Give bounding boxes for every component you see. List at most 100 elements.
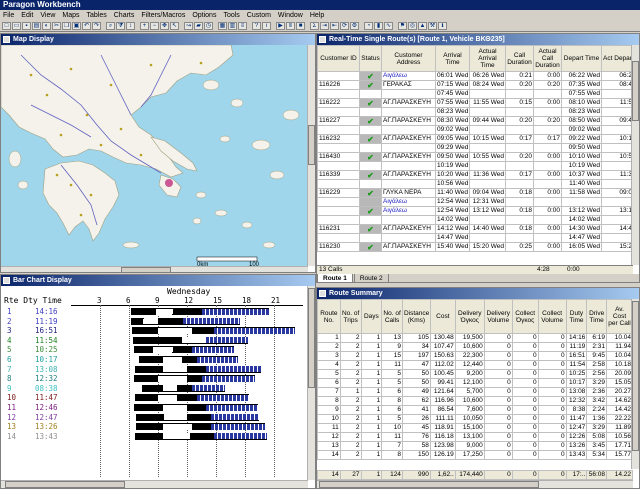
menu-window[interactable]: Window [278,10,303,21]
import-icon[interactable]: ⇤ [330,22,339,30]
menu-options[interactable]: Options [192,10,216,21]
table-row[interactable]: 1 2 1 13 105 130.48 19,500 0 0 0 14:16 6:19 10.04 [317,333,633,343]
refresh-icon[interactable]: ⟳ [340,22,349,30]
new-icon[interactable]: □ [2,22,11,30]
table-row[interactable]: 11 2 1 10 45 118.91 15,100 0 0 0 12:47 3:29 11.89 [317,423,633,433]
open-icon[interactable]: ▭ [12,22,21,30]
map-vertical-scrollbar[interactable] [307,45,315,266]
route-summary-col-header[interactable]: Collect Όγκος [511,299,539,334]
table-row[interactable]: ✔ Αιγάλεω 12:54 Wed 13:12 Wed 0:18 0:00 13:12 … [317,206,634,216]
schedule-icon[interactable]: ◷ [204,22,213,30]
table-row[interactable]: 09:29 Wed 09:50 Wed [317,143,634,153]
table-row[interactable]: 116231 ✔ ΑΓ.ΠΑΡΑΣΚΕΥΗ 14:12 Wed 14:40 Wed 0:1… [317,224,634,234]
route-summary-col-header[interactable]: Duty Time [565,299,588,334]
lock-icon[interactable]: ▲ [418,22,427,30]
menu-view[interactable]: View [40,10,55,21]
route-summary-vertical-scrollbar[interactable] [631,299,639,469]
route-detail-col-header[interactable]: Depart Time [561,45,602,72]
map-canvas[interactable]: 0km 100 [1,45,307,267]
menu-file[interactable]: File [3,10,14,21]
route-summary-col-header[interactable]: Drive Time [586,299,607,334]
table-row[interactable]: 12 2 1 11 76 116.18 13,100 0 0 0 12:26 5:08 10.56 [317,432,633,442]
paste-icon[interactable]: ▣ [72,22,81,30]
route-detail-col-header[interactable]: Call Duration [505,45,534,72]
export-icon[interactable]: ⇥ [320,22,329,30]
table-row[interactable]: 6 2 1 5 50 99.41 12,100 0 0 0 10:17 3:29 15.05 [317,378,633,388]
play-icon[interactable]: ▶ [276,22,285,30]
menu-maps[interactable]: Maps [62,10,79,21]
route-summary-col-header[interactable]: No. of Calls [381,299,403,334]
chart-line-icon[interactable]: ∿ [384,22,393,30]
tab-route-2[interactable]: Route 2 [353,274,389,282]
preview-icon[interactable]: ◐ [42,22,51,30]
menu-filtersmacros[interactable]: Filters/Macros [141,10,185,21]
print-icon[interactable]: ▤ [32,22,41,30]
table-row[interactable]: Αιγάλεω 12:54 Wed 12:31 Wed [317,197,634,207]
filter-icon[interactable]: ⧩ [116,22,125,30]
stop-icon[interactable]: ■ [296,22,305,30]
table-row[interactable]: 116230 ✔ ΑΓ.ΠΑΡΑΣΚΕΥΗ 15:40 Wed 15:20 Wed 0:2… [317,242,634,252]
table-row[interactable]: 116222 ✔ ΑΓ.ΠΑΡΑΣΚΕΥΗ 07:55 Wed 11:55 Wed 0:1… [317,98,634,108]
route-summary-col-header[interactable]: Av. Cost per Call [606,299,633,334]
tab-route-1[interactable]: Route 1 [317,274,353,282]
table-row[interactable]: 09:02 Wed 09:02 Wed [317,125,634,135]
chart-bar-icon[interactable]: ▮ [374,22,383,30]
route-detail-col-header[interactable]: Status [359,45,382,72]
table-row[interactable]: 10:56 Wed 11:40 Wed [317,179,634,189]
menu-help[interactable]: Help [310,10,324,21]
table-row[interactable]: 9 2 1 6 41 86.54 7,600 0 0 0 8:38 2:24 14.42 [317,405,633,415]
route-summary-col-header[interactable]: Route No. [317,299,341,334]
chart-icon[interactable]: ▦ [218,22,227,30]
table-row[interactable]: 13 2 1 7 58 123.98 9,000 0 0 0 13:26 3:45 17.71 [317,441,633,451]
route-summary-horizontal-scrollbar[interactable] [317,480,633,488]
save-icon[interactable]: ▪ [22,22,31,30]
tools-icon[interactable]: ⚒ [428,22,437,30]
options-icon[interactable]: ⚙ [350,22,359,30]
map-zoom-in-icon[interactable]: + [140,22,149,30]
help-icon[interactable]: ? [252,22,261,30]
route-detail-col-header[interactable]: Actual Call Duration [533,45,562,72]
menu-tables[interactable]: Tables [87,10,107,21]
route-summary-col-header[interactable]: Days [360,299,383,334]
table-row[interactable]: 7 1 1 6 49 121.64 5,700 0 0 0 13:08 2:36 20.27 [317,387,633,397]
map-horizontal-scrollbar[interactable] [1,266,308,272]
route-detail-col-header[interactable]: Customer Address [381,45,436,72]
table-row[interactable]: 3 2 1 15 197 150.63 22,300 0 0 0 16:51 9:45 10.04 [317,351,633,361]
route-summary-col-header[interactable]: Delivery Όγκος [454,299,485,334]
pan-icon[interactable]: ✥ [160,22,169,30]
table-row[interactable]: 2 2 1 9 34 107.47 10,600 0 0 0 11:19 2:31 11.94 [317,342,633,352]
bar-chart-horizontal-scrollbar[interactable] [1,480,308,488]
menu-edit[interactable]: Edit [21,10,33,21]
report-icon[interactable]: ≡ [238,22,247,30]
menu-custom[interactable]: Custom [247,10,271,21]
table-row[interactable]: 116232 ✔ ΑΓ.ΠΑΡΑΣΚΕΥΗ 09:05 Wed 10:15 Wed 0:1… [317,134,634,144]
table-row[interactable]: 07:45 Wed 07:55 Wed [317,89,634,99]
table-row[interactable]: 8 2 1 8 62 116.96 10,600 0 0 0 12:32 3:42 14.62 [317,396,633,406]
route-detail-col-header[interactable]: Act Depar [601,45,634,72]
table-row[interactable]: 116229 ✔ ΓΛΥΚΑ ΝΕΡΑ 11:40 Wed 09:04 Wed 0:18 0… [317,188,634,198]
select-icon[interactable]: ↖ [170,22,179,30]
vehicle-icon[interactable]: ▰ [194,22,203,30]
bar-chart-vertical-scrollbar[interactable] [307,286,315,480]
map-zoom-out-icon[interactable]: − [150,22,159,30]
table-row[interactable]: 08:23 Wed 08:23 Wed [317,107,634,117]
route-detail-vertical-scrollbar[interactable] [631,45,639,265]
pause-icon[interactable]: Ⅱ [286,22,295,30]
table-row[interactable]: 116227 ✔ ΑΓ.ΠΑΡΑΣΚΕΥΗ 08:30 Wed 09:44 Wed 0:2… [317,116,634,126]
table-icon[interactable]: ▥ [228,22,237,30]
table-row[interactable]: 10:19 Wed 10:19 Wed [317,161,634,171]
table-row[interactable]: 5 2 1 5 50 100.45 9,200 0 0 0 10:25 2:56 20.09 [317,369,633,379]
route-detail-col-header[interactable]: Actual Arrival Time [469,45,506,72]
route-summary-col-header[interactable]: Cost [429,299,456,334]
route-summary-col-header[interactable]: Collect Volume [537,299,567,334]
route-icon[interactable]: ↝ [184,22,193,30]
about-icon[interactable]: i [262,22,271,30]
undo-icon[interactable]: ↶ [82,22,91,30]
copy-icon[interactable]: ❐ [62,22,71,30]
table-row[interactable]: 4 2 1 11 47 112.02 12,440 0 0 0 11:54 2:58 10.18 [317,360,633,370]
redo-icon[interactable]: ↷ [92,22,101,30]
table-row[interactable]: ✔ Αιγάλεω 06:01 Wed 06:26 Wed 0:21 0:00 06:22 … [317,71,634,81]
table-row[interactable]: 116339 ✔ ΑΓ.ΠΑΡΑΣΚΕΥΗ 10:20 Wed 11:36 Wed 0:1… [317,170,634,180]
table-row[interactable]: 10 2 1 5 26 111.11 10,050 0 0 0 11:47 1:36 22.22 [317,414,633,424]
gauge-icon[interactable]: ◔ [364,22,373,30]
